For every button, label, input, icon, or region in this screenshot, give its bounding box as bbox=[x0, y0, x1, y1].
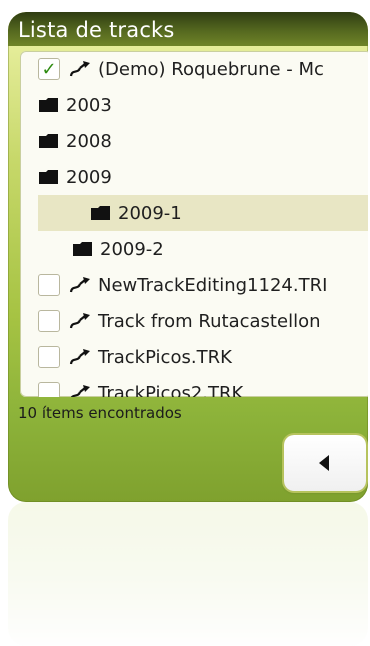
track-name: Track from Rutacastellon bbox=[98, 310, 321, 332]
track-name: TrackPicos2.TRK bbox=[98, 382, 244, 398]
screen: Lista de tracks ✓ (Demo) Roquebrune - Mc bbox=[0, 0, 370, 646]
window-title: Lista de tracks bbox=[18, 18, 175, 42]
folder-icon bbox=[38, 169, 60, 185]
track-list[interactable]: ✓ (Demo) Roquebrune - Mc 2003 2008 2009 … bbox=[20, 51, 368, 397]
track-route-icon bbox=[68, 383, 92, 397]
folder-icon bbox=[38, 97, 60, 113]
folder-icon bbox=[72, 241, 94, 257]
track-list-window: Lista de tracks ✓ (Demo) Roquebrune - Mc bbox=[8, 12, 368, 502]
track-name: NewTrackEditing1124.TRI bbox=[98, 274, 328, 296]
checkmark-icon: ✓ bbox=[41, 58, 57, 80]
track-route-icon bbox=[68, 59, 92, 79]
folder-row[interactable]: 2008 bbox=[20, 123, 368, 159]
track-checkbox[interactable] bbox=[38, 274, 60, 296]
folder-row-selected[interactable]: 2009-1 bbox=[38, 195, 368, 231]
folder-name: 2009-2 bbox=[100, 238, 164, 260]
folder-name: 2008 bbox=[66, 130, 112, 152]
back-arrow-icon bbox=[319, 455, 329, 471]
title-bar: Lista de tracks bbox=[8, 12, 368, 46]
track-name: (Demo) Roquebrune - Mc bbox=[98, 58, 324, 80]
folder-row[interactable]: 2003 bbox=[20, 87, 368, 123]
items-found-status: 10 ítems encontrados bbox=[18, 404, 182, 422]
track-row[interactable]: TrackPicos2.TRK bbox=[20, 375, 368, 397]
folder-icon bbox=[90, 205, 112, 221]
reflection bbox=[8, 502, 368, 646]
folder-name: 2009-1 bbox=[118, 202, 182, 224]
track-route-icon bbox=[68, 311, 92, 331]
folder-row[interactable]: 2009 bbox=[20, 159, 368, 195]
track-checkbox[interactable]: ✓ bbox=[38, 58, 60, 80]
track-row[interactable]: NewTrackEditing1124.TRI bbox=[20, 267, 368, 303]
track-row[interactable]: ✓ (Demo) Roquebrune - Mc bbox=[20, 51, 368, 87]
track-name: TrackPicos.TRK bbox=[98, 346, 232, 368]
track-checkbox[interactable] bbox=[38, 346, 60, 368]
track-checkbox[interactable] bbox=[38, 382, 60, 397]
folder-name: 2009 bbox=[66, 166, 112, 188]
folder-name: 2003 bbox=[66, 94, 112, 116]
track-row[interactable]: TrackPicos.TRK bbox=[20, 339, 368, 375]
folder-icon bbox=[38, 133, 60, 149]
back-button[interactable] bbox=[284, 435, 366, 491]
track-checkbox[interactable] bbox=[38, 310, 60, 332]
track-row[interactable]: Track from Rutacastellon bbox=[20, 303, 368, 339]
track-route-icon bbox=[68, 275, 92, 295]
reflection-fade bbox=[8, 502, 368, 646]
folder-row[interactable]: 2009-2 bbox=[20, 231, 368, 267]
track-route-icon bbox=[68, 347, 92, 367]
